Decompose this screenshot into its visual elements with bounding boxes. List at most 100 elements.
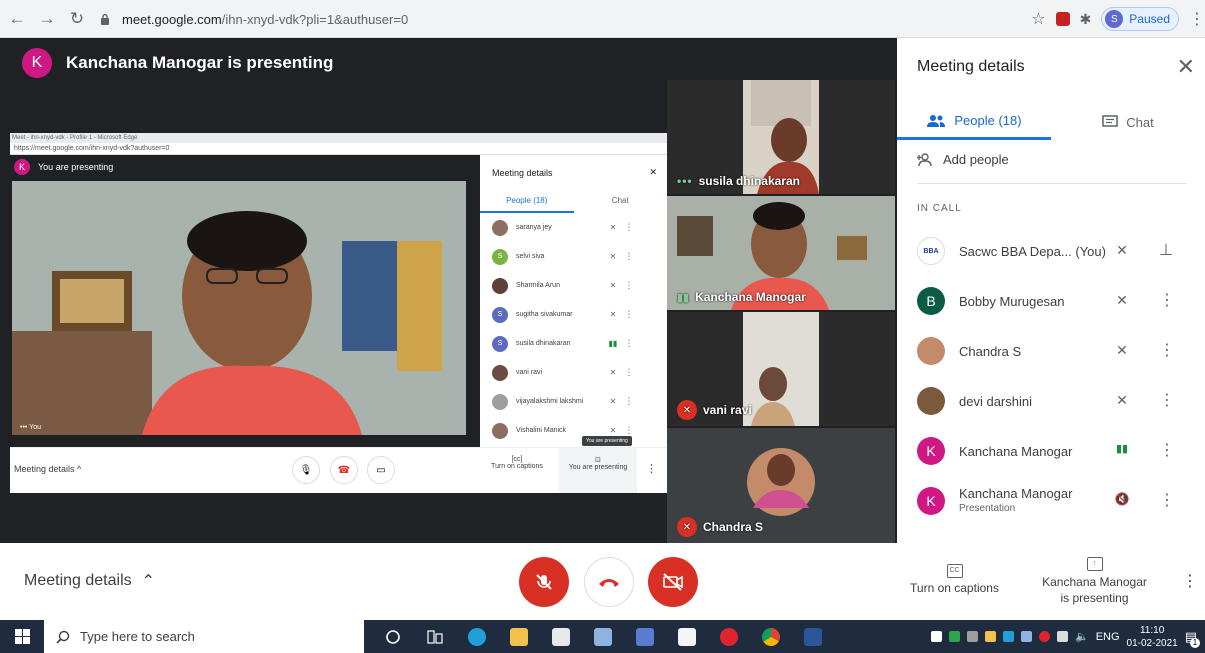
meeting-details-panel: Meeting details ✕ People (18) Chat Add p… bbox=[897, 38, 1205, 543]
shared-panel-tabs: People (18) Chat bbox=[480, 196, 667, 213]
more-options-icon[interactable]: ⋮ bbox=[1182, 571, 1198, 591]
cortana-icon[interactable] bbox=[372, 620, 414, 653]
tray-opera-icon[interactable] bbox=[1039, 631, 1050, 642]
mic-off-button[interactable] bbox=[519, 557, 569, 607]
edge-icon[interactable] bbox=[456, 620, 498, 653]
pin-icon[interactable]: ⊥ bbox=[1159, 240, 1173, 260]
participant-row[interactable]: Chandra S ✕ ⋮ bbox=[897, 326, 1205, 376]
side-controls: CC Turn on captions ↑ Kanchana Manogar i… bbox=[897, 543, 1205, 620]
tray-usb-icon[interactable] bbox=[985, 631, 996, 642]
camera-off-button[interactable] bbox=[648, 557, 698, 607]
opera-icon[interactable] bbox=[708, 620, 750, 653]
tile-name-text: Kanchana Manogar bbox=[695, 290, 806, 304]
more-options-icon[interactable]: ⋮ bbox=[1159, 490, 1175, 510]
address-bar[interactable]: meet.google.com/ihn-xnyd-vdk?pli=1&authu… bbox=[96, 6, 1096, 32]
shared-person-avatar: S bbox=[492, 248, 508, 265]
more-icon: ⋮ bbox=[624, 396, 634, 406]
tab-chat[interactable]: Chat bbox=[1051, 104, 1205, 140]
tray-network-icon[interactable] bbox=[967, 631, 978, 642]
meeting-details-button[interactable]: Meeting details ⌃ bbox=[24, 571, 155, 591]
tile-vani-ravi[interactable]: ✕ vani ravi bbox=[667, 312, 895, 426]
extensions-puzzle-icon[interactable]: ✱ bbox=[1080, 11, 1092, 28]
speaking-icon: ▮▮ bbox=[1115, 443, 1129, 455]
captions-button[interactable]: CC Turn on captions bbox=[907, 561, 1002, 595]
clock-date: 01-02-2021 bbox=[1126, 637, 1178, 649]
more-options-icon[interactable]: ⋮ bbox=[1159, 440, 1175, 460]
tray-display-icon[interactable] bbox=[1057, 631, 1068, 642]
reload-icon[interactable]: ↻ bbox=[64, 6, 90, 32]
tray-shield-icon[interactable] bbox=[1021, 631, 1032, 642]
tile-label: ▮▮ Kanchana Manogar bbox=[677, 290, 806, 304]
participant-name-block: Bobby Murugesan bbox=[959, 294, 1109, 309]
shared-presenting: ⊡ You are presenting bbox=[559, 448, 637, 493]
shared-details-text: Meeting details bbox=[14, 464, 75, 474]
presenter-avatar: K bbox=[22, 48, 52, 78]
participant-row[interactable]: K Kanchana Manogar ▮▮ ⋮ bbox=[897, 426, 1205, 476]
taskbar-search-box[interactable]: Type here to search bbox=[44, 620, 364, 653]
notification-icon[interactable]: ▤ 1 bbox=[1185, 629, 1200, 648]
meeting-stage: K Kanchana Manogar is presenting Meet - … bbox=[0, 38, 897, 543]
document-icon[interactable] bbox=[666, 620, 708, 653]
back-arrow-icon[interactable]: ← bbox=[4, 6, 30, 32]
tray-clipboard-icon[interactable] bbox=[931, 631, 942, 642]
tile-kanchana-manogar[interactable]: ▮▮ Kanchana Manogar bbox=[667, 196, 895, 310]
profile-avatar: S bbox=[1105, 10, 1124, 28]
participant-name-block: Kanchana Manogar bbox=[959, 444, 1109, 459]
in-call-heading: IN CALL bbox=[917, 203, 962, 214]
profile-button[interactable]: S Paused bbox=[1101, 7, 1179, 31]
tab-people[interactable]: People (18) bbox=[897, 104, 1051, 140]
participant-row[interactable]: B Bobby Murugesan ✕ ⋮ bbox=[897, 276, 1205, 326]
windows-start-button[interactable] bbox=[0, 620, 44, 653]
clock[interactable]: 11:10 01-02-2021 bbox=[1127, 624, 1178, 650]
panel-tabs: People (18) Chat bbox=[897, 104, 1205, 140]
shared-person-row: Ssusila dhinakaran ▮▮ ⋮ bbox=[480, 329, 667, 358]
presenter-banner: K Kanchana Manogar is presenting bbox=[22, 48, 333, 78]
panel-title: Meeting details bbox=[917, 58, 1025, 75]
shared-captions: [cc] Turn on captions bbox=[487, 456, 547, 470]
word-icon[interactable] bbox=[792, 620, 834, 653]
search-placeholder: Type here to search bbox=[80, 629, 195, 644]
participant-avatar: K bbox=[917, 487, 945, 515]
more-options-icon[interactable]: ⋮ bbox=[1159, 390, 1175, 410]
task-view-icon[interactable] bbox=[414, 620, 456, 653]
bookmark-star-icon[interactable]: ☆ bbox=[1031, 9, 1045, 29]
forward-arrow-icon[interactable]: → bbox=[34, 6, 60, 32]
file-explorer-icon[interactable] bbox=[498, 620, 540, 653]
shared-mic-icon: 🎙 bbox=[292, 456, 320, 484]
participant-name: Kanchana Manogar bbox=[959, 486, 1073, 501]
shared-person-name: vijayalakshmi lakshmi bbox=[516, 398, 584, 405]
add-people-button[interactable]: Add people bbox=[917, 152, 1009, 167]
presenting-button[interactable]: ↑ Kanchana Manogar is presenting bbox=[1037, 553, 1152, 606]
tile-chandra-s[interactable]: ✕ Chandra S bbox=[667, 428, 895, 543]
browser-actions: ☆ ✱ S Paused ⋮ bbox=[1031, 6, 1205, 32]
extension-icon[interactable] bbox=[1055, 12, 1070, 26]
more-icon: ⋮ bbox=[624, 367, 634, 377]
shared-tab-chat: Chat bbox=[611, 196, 629, 205]
more-options-icon[interactable]: ⋮ bbox=[1159, 290, 1175, 310]
chrome-icon[interactable] bbox=[750, 620, 792, 653]
mail-icon[interactable] bbox=[582, 620, 624, 653]
leave-call-button[interactable] bbox=[584, 557, 634, 607]
shared-person-name: Sharmila Arun bbox=[516, 282, 560, 289]
close-icon[interactable]: ✕ bbox=[1177, 54, 1195, 80]
tray-bluetooth-icon[interactable] bbox=[1003, 631, 1014, 642]
shared-presenting-banner: K You are presenting bbox=[14, 159, 113, 175]
participant-row[interactable]: devi darshini ✕ ⋮ bbox=[897, 376, 1205, 426]
participant-row[interactable]: K Kanchana Manogar Presentation 🔇 ⋮ bbox=[897, 476, 1205, 526]
browser-menu-icon[interactable]: ⋮ bbox=[1189, 9, 1205, 29]
more-options-icon[interactable]: ⋮ bbox=[1159, 340, 1175, 360]
participant-avatar: K bbox=[917, 437, 945, 465]
shared-bottom-bar: Meeting details ^ 🎙 ☎ ▭ [cc] Turn on capt… bbox=[10, 447, 667, 493]
task-view-glyph bbox=[427, 629, 443, 644]
tile-susila-dhinakaran[interactable]: ••• susila dhinakaran bbox=[667, 80, 895, 194]
language-indicator[interactable]: ENG bbox=[1096, 631, 1120, 643]
mic-off-icon: ✕ bbox=[1116, 342, 1128, 358]
tray-app-icon[interactable] bbox=[949, 631, 960, 642]
mic-off-icon: ✕ bbox=[1116, 392, 1128, 408]
participant-row[interactable]: BBA Sacwc BBA Depa... (You) ✕ ⊥ bbox=[897, 226, 1205, 276]
volume-icon[interactable]: 🔈 bbox=[1075, 630, 1089, 643]
mic-off-icon: ✕ bbox=[609, 426, 617, 435]
meeting-details-label: Meeting details bbox=[24, 572, 132, 589]
photos-icon[interactable] bbox=[624, 620, 666, 653]
store-icon[interactable] bbox=[540, 620, 582, 653]
